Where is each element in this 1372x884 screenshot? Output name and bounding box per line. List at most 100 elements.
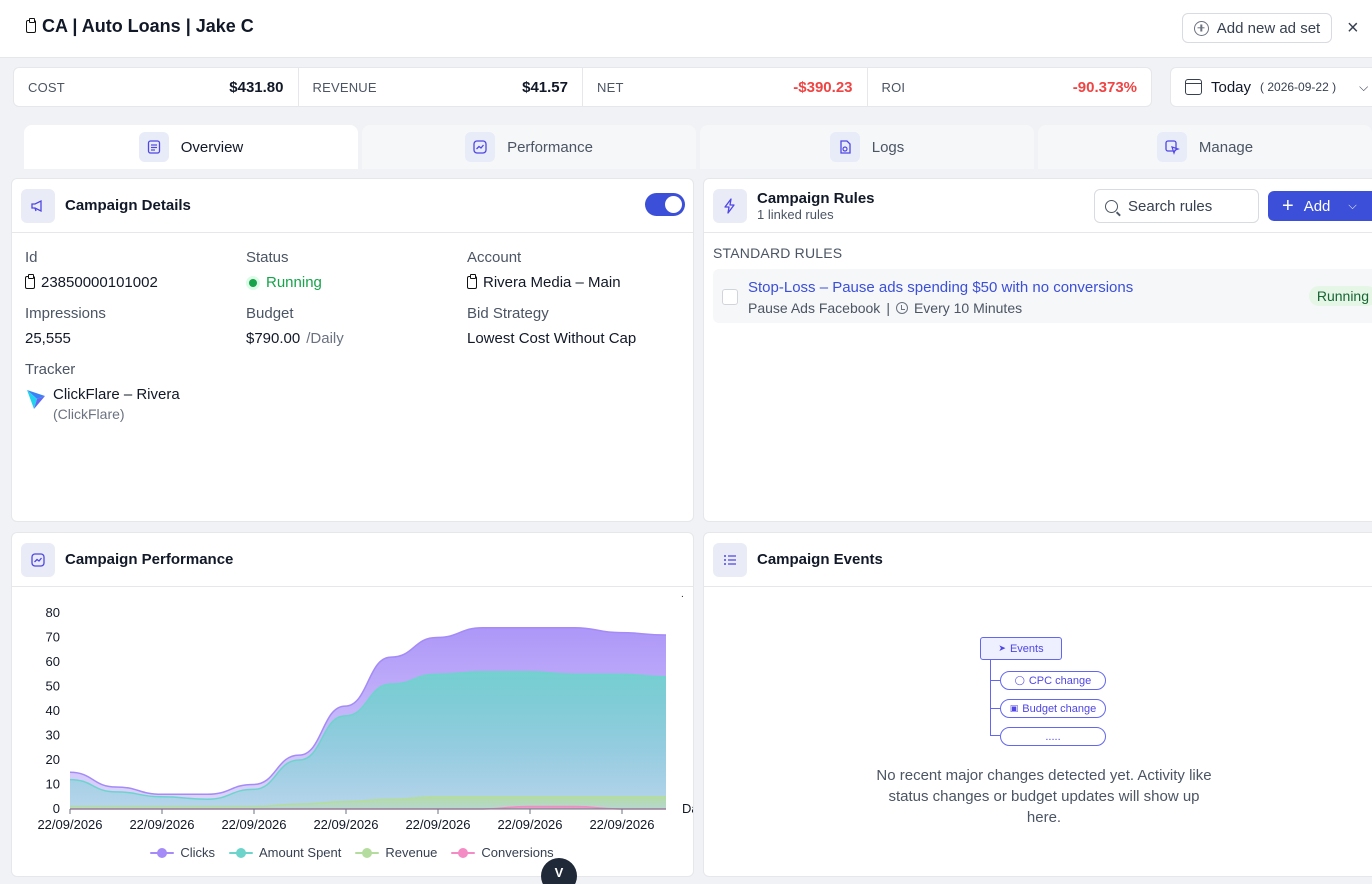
calendar-icon (1185, 79, 1202, 95)
card-title: Campaign Performance (65, 551, 234, 568)
campaign-rules-card: Campaign Rules 1 linked rules Search rul… (703, 178, 1372, 522)
field-impressions: Impressions 25,555 (25, 305, 245, 347)
rule-title-link[interactable]: Stop-Loss – Pause ads spending $50 with … (748, 279, 1133, 296)
modal-header: CA | Auto Loans | Jake C Add new ad set … (0, 0, 1372, 58)
legend-swatch (451, 847, 476, 858)
rule-checkbox[interactable] (722, 289, 738, 305)
clipboard-icon[interactable] (467, 274, 477, 289)
events-root-label: Events (1009, 642, 1044, 655)
date-picker-label: Today (1211, 78, 1252, 96)
rule-action: Pause Ads Facebook (748, 300, 881, 316)
tab-manage[interactable]: Manage (1038, 125, 1372, 169)
metric-value: $41.57 (522, 78, 568, 96)
campaign-active-toggle[interactable] (645, 193, 685, 216)
legend-label: Revenue (385, 845, 438, 860)
field-tracker: Tracker ClickFlare – Rivera (ClickFlare) (25, 361, 245, 422)
clipboard-icon[interactable] (26, 18, 36, 33)
y-tick-label: 20 (46, 752, 60, 767)
rule-separator: | (886, 300, 890, 316)
add-new-adset-label: Add new ad set (1216, 19, 1321, 37)
tree-line (990, 735, 1000, 736)
event-node-budget: ▣ Budget change (1000, 699, 1106, 718)
date-range-picker[interactable]: Today ( 2026-09-22 ) ⌵ (1170, 67, 1372, 107)
tab-label: Manage (1198, 138, 1254, 156)
cursor-click-icon (1156, 132, 1187, 162)
add-rule-button[interactable]: + Add ⌵ (1268, 191, 1372, 221)
legend-item-clicks[interactable]: Clicks (150, 845, 215, 860)
legend-item-revenue[interactable]: Revenue (355, 845, 437, 860)
y-tick-label: 80 (46, 605, 60, 620)
card-header: Campaign Rules 1 linked rules Search rul… (704, 179, 1372, 233)
chevron-down-icon: ⌵ (1348, 199, 1357, 212)
x-tick-label: 22/09/2026 (497, 817, 562, 832)
events-root-node: ➤ Events (980, 637, 1062, 660)
x-tick-label: 22/09/2026 (37, 817, 102, 832)
field-value: 23850000101002 (25, 274, 245, 291)
field-status: Status Running (246, 249, 466, 291)
field-bid-strategy: Bid Strategy Lowest Cost Without Cap (467, 305, 687, 347)
metric-value: $431.80 (229, 78, 284, 96)
field-account: Account Rivera Media – Main (467, 249, 687, 291)
rule-schedule: Every 10 Minutes (913, 300, 1023, 316)
metric-value: -$390.23 (793, 78, 853, 96)
tracker-sub: (ClickFlare) (53, 406, 125, 422)
campaign-details-card: Campaign Details Id 23850000101002 Statu… (11, 178, 694, 522)
bid-strategy-value: Lowest Cost Without Cap (467, 330, 637, 347)
metric-roi: ROI -90.373% (868, 68, 1152, 106)
y-tick-label: 0 (53, 801, 60, 816)
tab-performance[interactable]: Performance (362, 125, 696, 169)
megaphone-icon (21, 188, 55, 223)
close-icon[interactable]: × (1347, 16, 1359, 40)
right-axis-label: Da (682, 801, 694, 816)
tree-line (990, 680, 1000, 681)
tab-label: Overview (180, 138, 244, 156)
clock-icon (895, 302, 908, 314)
impressions-value: 25,555 (25, 330, 71, 347)
x-tick-label: 22/09/2026 (221, 817, 286, 832)
legend-item-conversions[interactable]: Conversions (451, 845, 554, 860)
legend-item-amount-spent[interactable]: Amount Spent (228, 845, 341, 860)
document-icon (138, 132, 169, 162)
field-value: $790.00 /Daily (246, 330, 466, 347)
legend-swatch (355, 847, 380, 858)
x-tick-label: 22/09/2026 (313, 817, 378, 832)
card-title: Campaign Rules (757, 189, 875, 207)
line-chart-icon (465, 132, 496, 162)
campaign-events-card: Campaign Events ➤ Events ◯ CPC change ▣ … (703, 532, 1372, 877)
campaign-title: CA | Auto Loans | Jake C (26, 16, 254, 37)
tab-logs[interactable]: Logs (700, 125, 1034, 169)
events-illustration: ➤ Events ◯ CPC change ▣ Budget change ..… (980, 637, 1110, 747)
field-label: Budget (246, 305, 294, 322)
event-node-more: ..... (1000, 727, 1106, 746)
field-budget: Budget $790.00 /Daily (246, 305, 466, 347)
add-new-adset-button[interactable]: Add new ad set (1182, 13, 1332, 43)
field-label: Impressions (25, 305, 106, 322)
campaign-title-text: CA | Auto Loans | Jake C (42, 16, 254, 36)
y-tick-label: 70 (46, 630, 60, 645)
search-rules-input[interactable]: Search rules (1094, 189, 1259, 223)
tab-bar: Overview Performance Logs Manage (24, 125, 1372, 169)
legend-swatch (228, 847, 253, 858)
metrics-bar: COST $431.80 REVENUE $41.57 NET -$390.23… (13, 67, 1152, 107)
date-picker-date: ( 2026-09-22 ) (1260, 80, 1337, 94)
lightning-icon (713, 188, 747, 223)
clipboard-icon[interactable] (25, 274, 35, 289)
card-header: Campaign Performance (12, 533, 693, 587)
wallet-icon: ▣ (1009, 703, 1019, 713)
clickflare-logo-icon (27, 390, 45, 409)
tab-overview[interactable]: Overview (24, 125, 358, 169)
field-label: Id (25, 249, 38, 266)
axis-marker: . (681, 589, 684, 600)
card-header: Campaign Details (12, 179, 693, 233)
event-node-cpc: ◯ CPC change (1000, 671, 1106, 690)
event-node-label: CPC change (1028, 674, 1092, 687)
event-node-label: Budget change (1022, 702, 1097, 715)
card-title: Campaign Details (65, 197, 191, 214)
y-tick-label: 50 (46, 679, 60, 694)
add-rule-label: Add (1303, 197, 1331, 215)
tracker-name: ClickFlare – Rivera (53, 386, 180, 403)
tab-label: Performance (507, 138, 593, 156)
rule-status-badge: Running (1308, 286, 1372, 306)
chevron-down-icon: ⌵ (1359, 79, 1369, 94)
tab-label: Logs (871, 138, 905, 156)
